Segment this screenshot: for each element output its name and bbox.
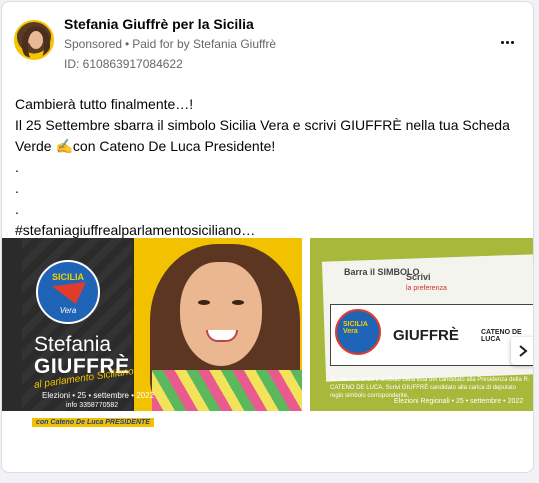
scrivi-title: Scrivi <box>406 272 431 282</box>
post-header: Stefania Giuffrè per la Sicilia Sponsore… <box>2 2 533 78</box>
avatar-face <box>29 31 43 49</box>
info-phone: info 3358770582 <box>66 402 119 409</box>
body-line: . <box>15 159 19 175</box>
ballot-name: GIUFFRÈ <box>393 327 459 344</box>
more-dot <box>505 40 509 44</box>
president-tag: con Cateno De Luca PRESIDENTE <box>32 418 154 427</box>
logo-top-text: SICILIA <box>51 272 84 282</box>
body-line: Cambierà tutto finalmente…! <box>15 96 194 112</box>
sicilia-vera-logo: SICILIA Vera <box>36 260 100 324</box>
paid-for-label: Paid for by Stefania Giuffrè <box>132 37 277 51</box>
carousel-slide-2[interactable]: Barra il SIMBOLO Scrivi la preferenza SIC… <box>310 238 533 411</box>
mini-logo-text: SICILIA Vera <box>343 321 368 335</box>
sponsored-label: Sponsored <box>64 37 123 51</box>
logo-mid-text: Vera <box>59 306 77 315</box>
ballot-row: SICILIA Vera GIUFFRÈ CATENO DE LUCA <box>330 304 533 366</box>
candidate-eye <box>232 300 244 305</box>
scrivi-subtitle: la preferenza <box>406 285 447 292</box>
ad-id: ID: 610863917084622 <box>64 57 183 71</box>
more-horizontal-icon <box>500 40 504 44</box>
post-body-text: Cambierà tutto finalmente…! Il 25 Settem… <box>15 94 525 241</box>
scrivi-label: Scrivi la preferenza <box>406 272 447 294</box>
election-footer: Elezioni Regionali • 25 • settembre • 20… <box>394 398 524 405</box>
page-name-link[interactable]: Stefania Giuffrè per la Sicilia <box>64 16 254 32</box>
body-line: Verde ✍️con Cateno De Luca Presidente! <box>15 138 276 154</box>
body-line: . <box>15 201 19 217</box>
image-carousel: SICILIA Vera Stefania GIUFFRÈ al parlame… <box>2 238 533 443</box>
avatar[interactable] <box>14 20 54 60</box>
body-line: Il 25 Settembre sbarra il simbolo Sicili… <box>15 117 510 133</box>
election-date: Elezioni • 25 • settembre • 2022 <box>42 391 155 400</box>
more-dot <box>510 40 514 44</box>
ad-post-card: Stefania Giuffrè per la Sicilia Sponsore… <box>1 1 534 473</box>
separator-dot: • <box>125 37 130 51</box>
carousel-slide-1[interactable]: SICILIA Vera Stefania GIUFFRÈ al parlame… <box>2 238 302 411</box>
sicily-island-icon <box>52 282 86 304</box>
candidate-first-name: Stefania <box>34 333 112 356</box>
sicilia-vera-mini-logo: SICILIA Vera <box>335 309 381 355</box>
more-options-button[interactable] <box>497 32 517 52</box>
candidate-shirt <box>152 370 302 411</box>
sponsor-line: Sponsored • Paid for by Stefania Giuffrè <box>64 37 276 51</box>
body-line: . <box>15 180 19 196</box>
candidate-face <box>180 262 262 366</box>
chevron-right-icon <box>519 345 528 357</box>
carousel-next-button[interactable] <box>511 337 533 365</box>
ballot-instructions: Si vota barrando il simbolo della lista … <box>330 377 530 399</box>
candidate-eye <box>198 300 210 305</box>
